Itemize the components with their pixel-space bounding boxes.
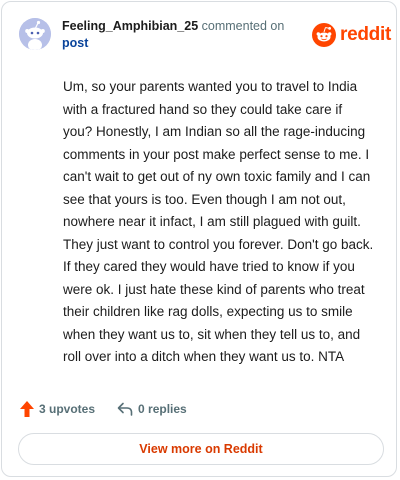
view-more-button[interactable]: View more on Reddit bbox=[18, 433, 384, 465]
reply-button[interactable]: 0 replies bbox=[117, 402, 187, 416]
comment-body: Um, so your parents wanted you to travel… bbox=[63, 79, 374, 364]
snoo-avatar-icon bbox=[19, 18, 51, 50]
comment-byline: Feeling_Amphibian_25 commented on post bbox=[62, 18, 298, 52]
username-link[interactable]: Feeling_Amphibian_25 bbox=[62, 19, 198, 33]
user-avatar[interactable] bbox=[19, 18, 51, 50]
reddit-logo-icon bbox=[312, 23, 336, 47]
comment-embed-card: Feeling_Amphibian_25 commented on post r… bbox=[1, 1, 397, 477]
reply-arrow-icon bbox=[117, 402, 133, 416]
action-text: commented on bbox=[201, 19, 285, 33]
reddit-wordmark: reddit bbox=[340, 24, 391, 45]
reply-count: 0 replies bbox=[138, 402, 187, 416]
comment-actions: 3 upvotes 0 replies bbox=[20, 400, 187, 418]
post-link[interactable]: post bbox=[62, 35, 298, 52]
upvote-count: 3 upvotes bbox=[39, 402, 96, 416]
upvote-arrow-icon bbox=[20, 401, 34, 417]
upvote-button[interactable]: 3 upvotes bbox=[20, 401, 95, 417]
reddit-brand-link[interactable]: reddit bbox=[312, 22, 391, 48]
